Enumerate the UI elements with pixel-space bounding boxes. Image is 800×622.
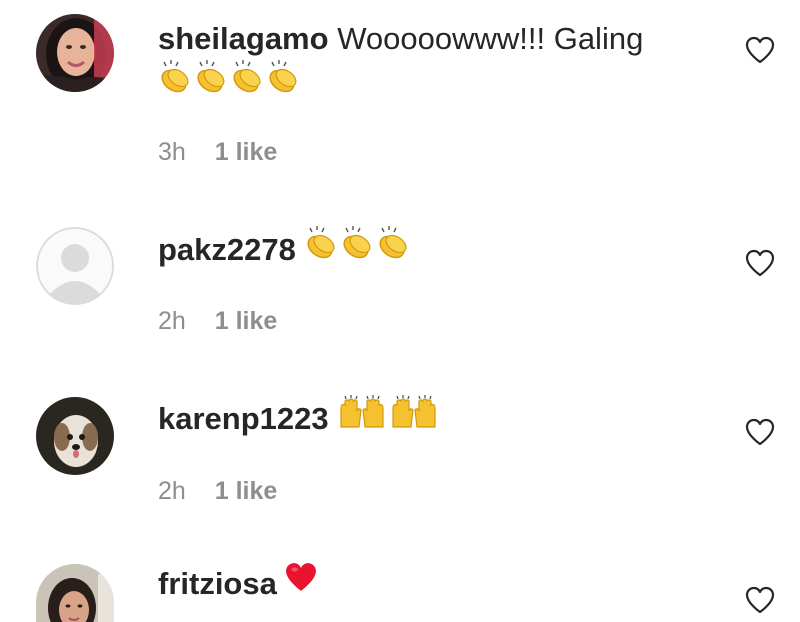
- username[interactable]: pakz2278: [158, 232, 296, 267]
- comment-item: sheilagamo Wooooowww!!! Galing 3h 1 like: [0, 0, 800, 200]
- comment-meta: 2h 1 like: [158, 476, 277, 506]
- like-heart-icon[interactable]: [745, 586, 775, 614]
- emoji-row: [158, 60, 300, 99]
- username[interactable]: karenp1223: [158, 401, 329, 436]
- like-count[interactable]: 1 like: [215, 138, 278, 166]
- clapping-hands-icon: [266, 60, 300, 99]
- red-heart-icon: [285, 562, 317, 602]
- comment-item: pakz2278 2h 1 like: [0, 200, 800, 370]
- raising-hands-icon: [337, 395, 387, 439]
- clapping-hands-icon: [376, 226, 410, 270]
- like-count[interactable]: 1 like: [215, 477, 278, 505]
- like-heart-icon[interactable]: [745, 249, 775, 277]
- avatar[interactable]: [36, 397, 114, 475]
- comment-body: Wooooowww!!! Galing: [337, 21, 644, 56]
- comment-meta: 3h 1 like: [158, 137, 277, 167]
- comment-time[interactable]: 2h: [158, 307, 186, 335]
- clapping-hands-icon: [230, 60, 264, 99]
- avatar[interactable]: [36, 564, 114, 622]
- clapping-hands-icon: [194, 60, 228, 99]
- like-heart-icon[interactable]: [745, 418, 775, 446]
- username[interactable]: fritziosa: [158, 566, 277, 601]
- comment-item: karenp1223 2h 1 like: [0, 370, 800, 540]
- clapping-hands-icon: [158, 60, 192, 99]
- like-count[interactable]: 1 like: [215, 307, 278, 335]
- comment-text-line: sheilagamo Wooooowww!!! Galing: [158, 19, 643, 59]
- avatar[interactable]: [36, 14, 114, 92]
- emoji-row: [337, 395, 439, 439]
- comment-text-line: fritziosa: [158, 562, 317, 606]
- comment-item: fritziosa: [0, 540, 800, 622]
- clapping-hands-icon: [340, 226, 374, 270]
- comment-text-line: karenp1223: [158, 395, 439, 443]
- comment-meta: 2h 1 like: [158, 306, 277, 336]
- comment-text-line: pakz2278: [158, 226, 410, 274]
- comment-time[interactable]: 2h: [158, 477, 186, 505]
- username[interactable]: sheilagamo: [158, 21, 329, 56]
- comment-time[interactable]: 3h: [158, 138, 186, 166]
- emoji-row: [304, 226, 410, 270]
- raising-hands-icon: [389, 395, 439, 439]
- avatar[interactable]: [36, 227, 114, 305]
- clapping-hands-icon: [304, 226, 338, 270]
- emoji-row: [285, 562, 317, 602]
- like-heart-icon[interactable]: [745, 36, 775, 64]
